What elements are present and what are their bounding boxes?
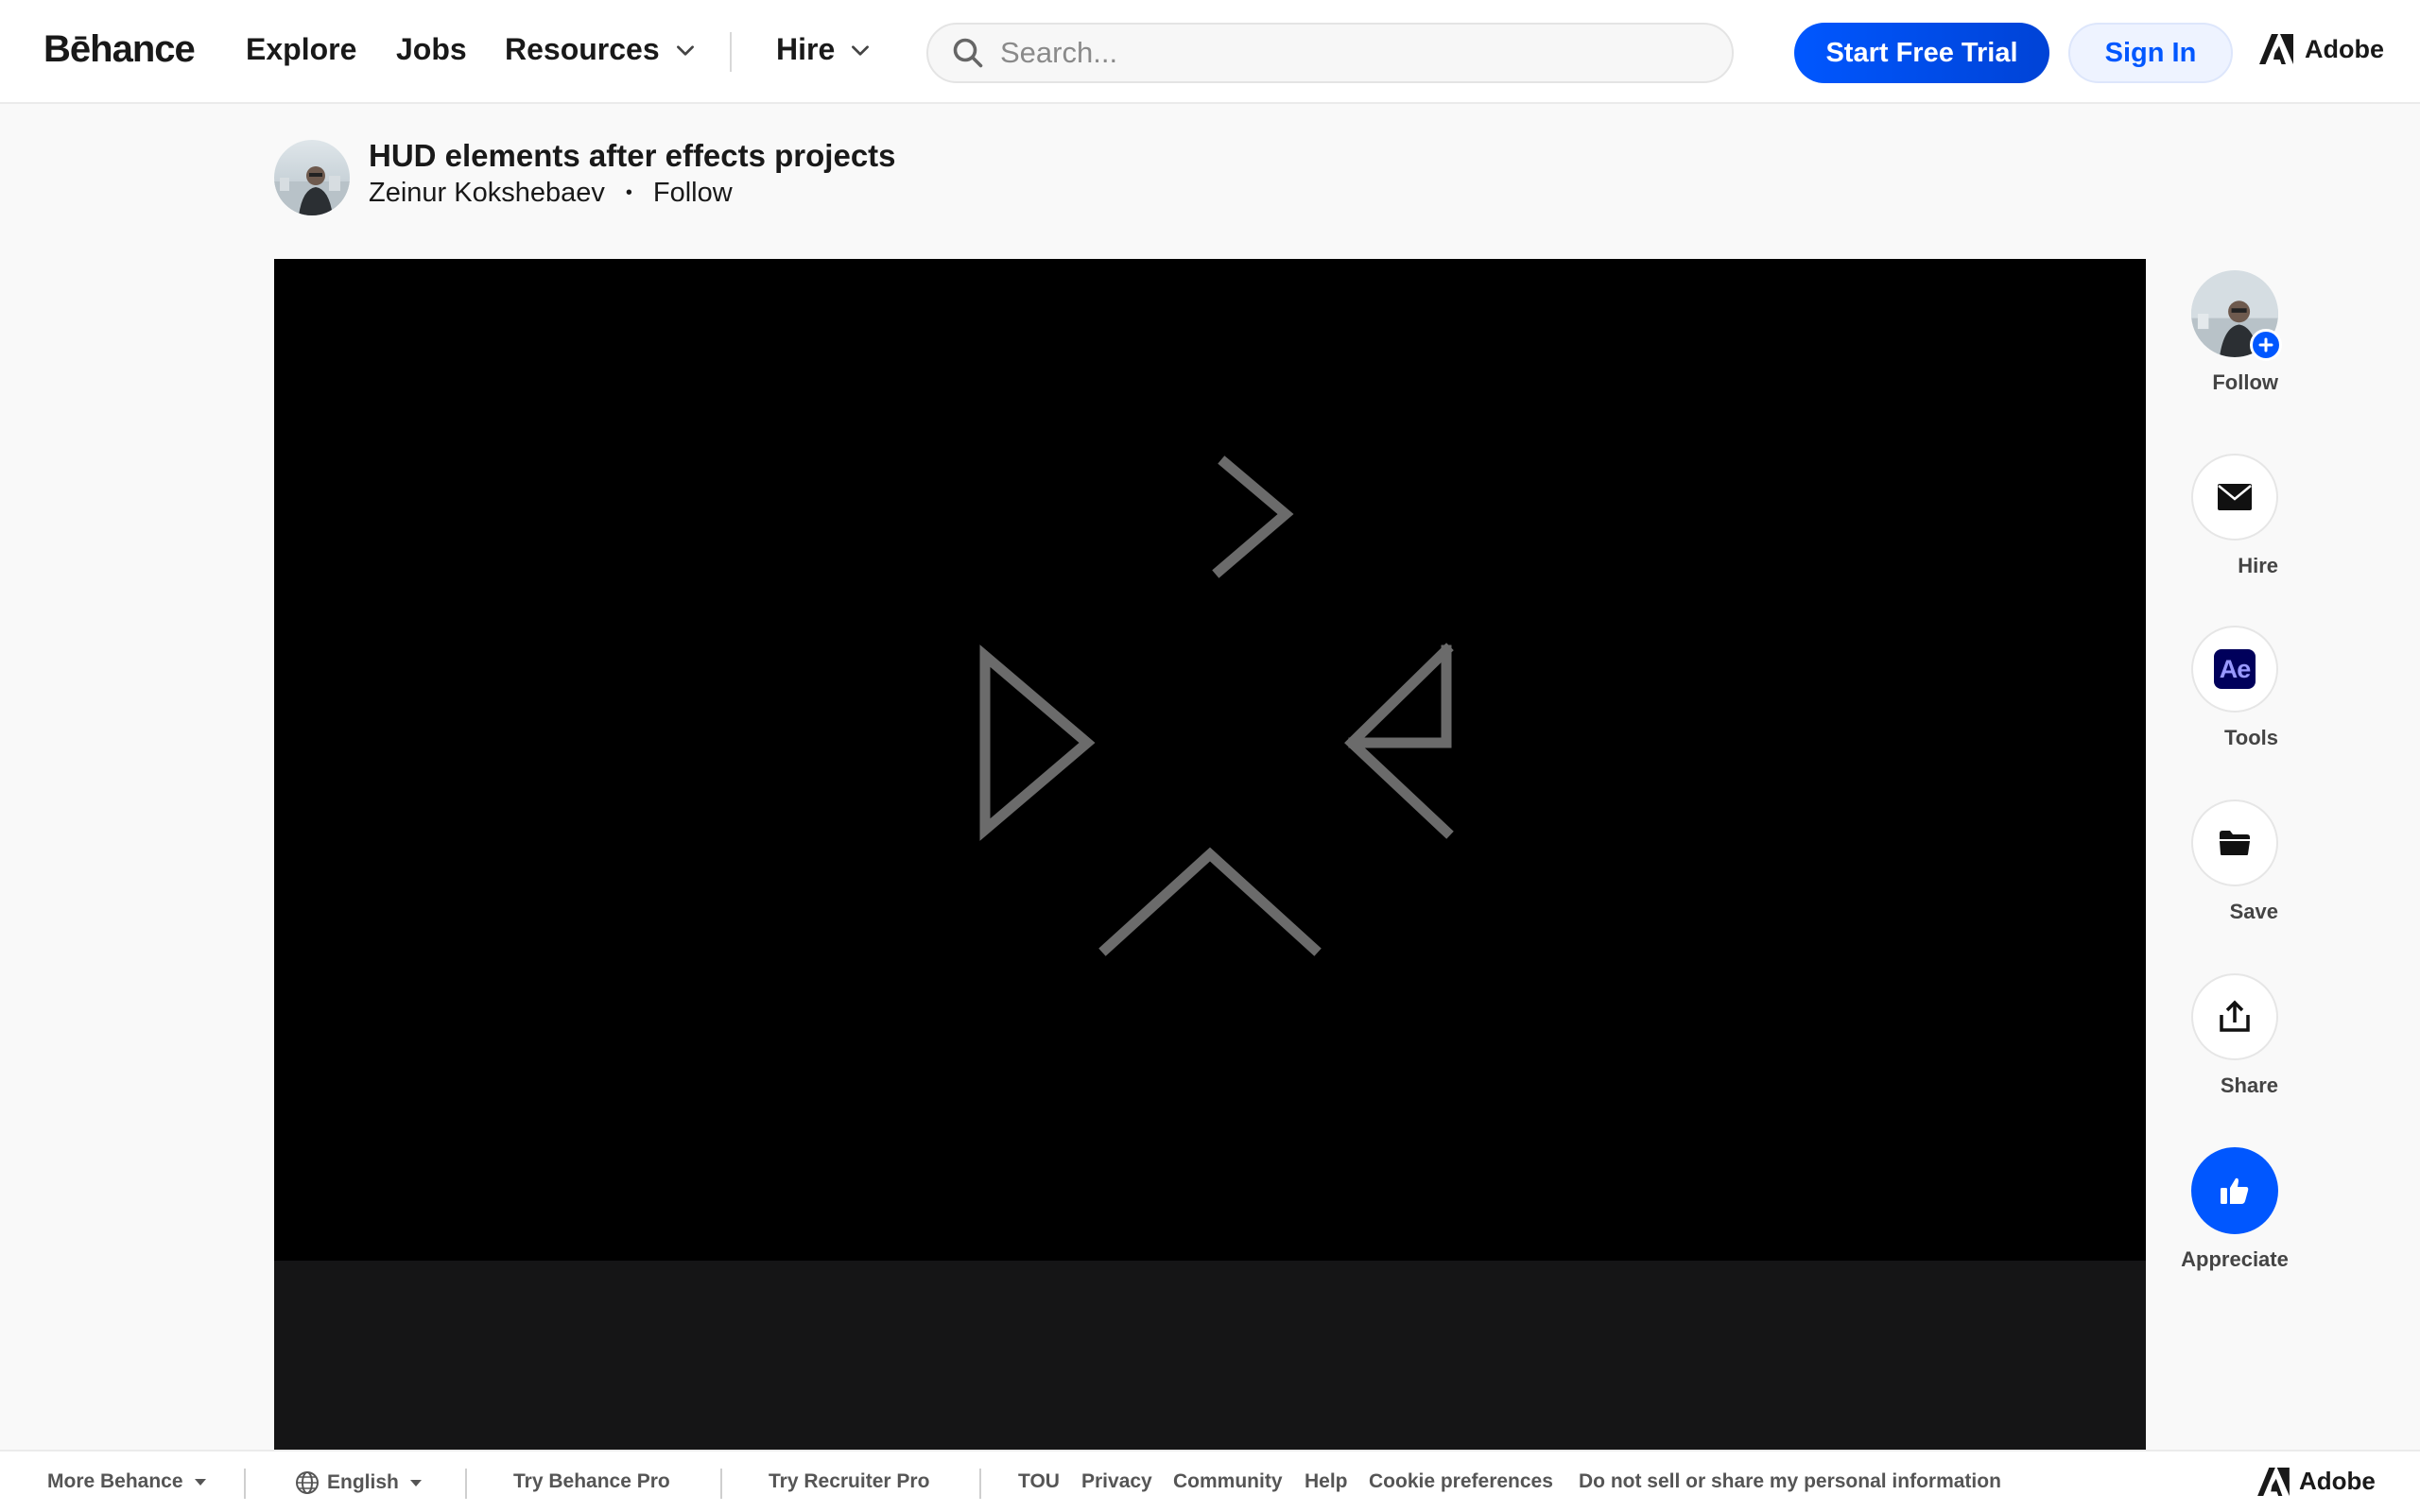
folder-icon: [2220, 831, 2250, 855]
meta-separator: •: [625, 182, 632, 203]
adobe-link[interactable]: Adobe: [2259, 34, 2384, 64]
start-free-trial-button[interactable]: Start Free Trial: [1794, 23, 2049, 83]
rail-share-label: Share: [2220, 1074, 2278, 1097]
envelope-icon: [2218, 484, 2252, 510]
rail-appreciate-label: Appreciate: [2181, 1247, 2289, 1271]
rail-follow[interactable]: Follow: [2191, 270, 2282, 395]
more-behance-label: More Behance: [47, 1470, 183, 1492]
author-avatar[interactable]: [274, 140, 350, 215]
thumbs-up-icon: [2221, 1177, 2249, 1204]
footer-adobe-label: Adobe: [2299, 1467, 2376, 1495]
follow-link[interactable]: Follow: [653, 178, 733, 209]
rail-tools-button[interactable]: Ae: [2191, 626, 2278, 713]
rail-share-button[interactable]: [2191, 973, 2278, 1060]
globe-icon: [296, 1471, 319, 1494]
rail-hire-label: Hire: [2238, 554, 2278, 577]
rail-save-button[interactable]: [2191, 799, 2278, 886]
footer-bar: More Behance English Try Behance Pro Try…: [0, 1450, 2420, 1512]
after-effects-icon: Ae: [2214, 649, 2256, 689]
adobe-logo-icon: [2259, 34, 2293, 64]
footer-adobe-link[interactable]: Adobe: [2257, 1467, 2376, 1496]
rail-author-avatar: [2191, 270, 2282, 361]
caret-down-icon: [409, 1479, 422, 1486]
author-name-link[interactable]: Zeinur Kokshebaev: [369, 178, 605, 209]
sign-in-button[interactable]: Sign In: [2068, 23, 2233, 83]
project-meta: Zeinur Kokshebaev • Follow: [369, 178, 733, 209]
chevron-down-icon: [852, 44, 870, 56]
hud-bottom-caret: [1098, 847, 1322, 956]
share-icon: [2220, 1000, 2250, 1032]
footer-link-privacy[interactable]: Privacy: [1081, 1470, 1152, 1493]
footer-divider: [979, 1469, 981, 1499]
language-selector[interactable]: English: [295, 1470, 422, 1495]
try-behance-pro-label: Try Behance Pro: [513, 1470, 670, 1492]
footer-divider: [465, 1469, 467, 1499]
try-recruiter-pro-label: Try Recruiter Pro: [769, 1470, 930, 1492]
nav-divider: [730, 32, 732, 72]
rail-tools[interactable]: Ae Tools: [2191, 626, 2278, 750]
top-navbar: Bēhance Explore Jobs Resources Hire Star…: [0, 0, 2420, 104]
chevron-down-icon: [676, 44, 694, 56]
nav-jobs[interactable]: Jobs: [396, 32, 467, 67]
language-label: English: [327, 1471, 399, 1493]
footer-divider: [244, 1469, 246, 1499]
caret-down-icon: [194, 1478, 206, 1486]
hud-left-triangle: [979, 644, 1096, 841]
search-input[interactable]: [1000, 36, 1662, 70]
footer-link-tou[interactable]: TOU: [1018, 1470, 1060, 1493]
try-behance-pro-link[interactable]: Try Behance Pro: [513, 1470, 670, 1493]
rail-follow-label: Follow: [2212, 370, 2278, 394]
rail-hire[interactable]: Hire: [2191, 454, 2278, 578]
footer-divider: [720, 1469, 722, 1499]
nav-explore[interactable]: Explore: [246, 32, 356, 67]
adobe-label: Adobe: [2305, 34, 2384, 63]
footer-link-help[interactable]: Help: [1305, 1470, 1348, 1493]
rail-hire-button[interactable]: [2191, 454, 2278, 541]
project-title: HUD elements after effects projects: [369, 138, 896, 173]
footer-link-community[interactable]: Community: [1173, 1470, 1283, 1493]
rail-save-label: Save: [2229, 900, 2278, 923]
player-lower-area: [274, 1261, 2146, 1452]
footer-link-do-not-sell[interactable]: Do not sell or share my personal informa…: [1579, 1470, 2001, 1493]
rail-share[interactable]: Share: [2191, 973, 2278, 1098]
nav-jobs-label: Jobs: [396, 32, 467, 66]
nav-resources[interactable]: Resources: [505, 32, 698, 67]
rail-appreciate[interactable]: Appreciate: [2181, 1147, 2289, 1272]
rail-save[interactable]: Save: [2191, 799, 2278, 924]
nav-hire-label: Hire: [776, 32, 836, 66]
behance-logo[interactable]: Bēhance: [43, 28, 196, 71]
author-photo: [274, 166, 350, 215]
nav-resources-label: Resources: [505, 32, 660, 66]
hud-right-shape: [1344, 643, 1454, 839]
search-icon: [953, 38, 983, 68]
nav-explore-label: Explore: [246, 32, 357, 66]
nav-hire[interactable]: Hire: [776, 32, 873, 67]
footer-link-cookie-preferences[interactable]: Cookie preferences: [1369, 1470, 1553, 1493]
adobe-logo-icon: [2257, 1467, 2290, 1496]
appreciate-button[interactable]: [2191, 1147, 2278, 1234]
more-behance-dropdown[interactable]: More Behance: [47, 1470, 206, 1493]
try-recruiter-pro-link[interactable]: Try Recruiter Pro: [769, 1470, 929, 1493]
search-bar[interactable]: [926, 23, 1734, 83]
rail-tools-label: Tools: [2223, 726, 2278, 749]
hud-top-chevron: [1212, 455, 1294, 578]
plus-icon: [2250, 329, 2282, 361]
